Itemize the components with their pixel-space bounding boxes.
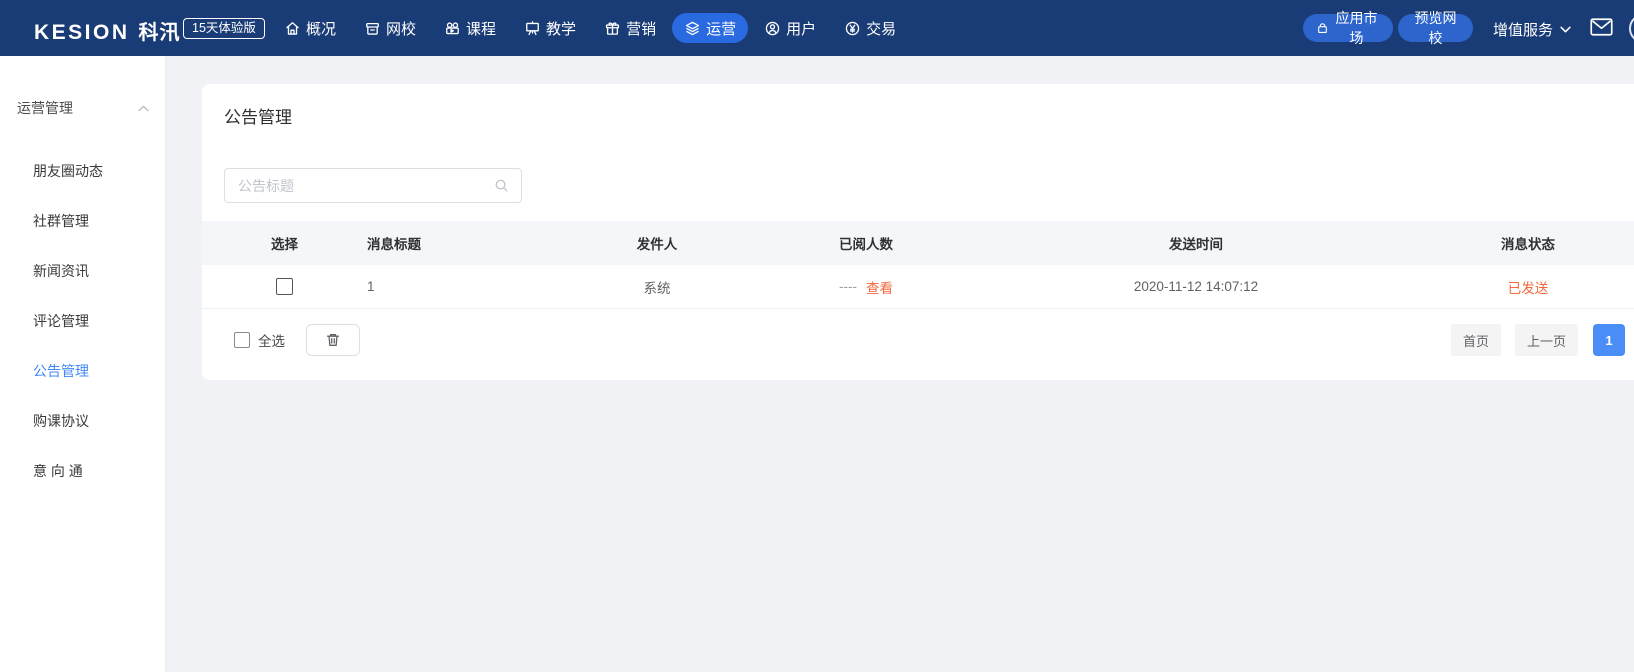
sidebar-item-community[interactable]: 社群管理 [0, 196, 165, 246]
status-badge: 已发送 [1508, 281, 1549, 296]
column-header-sender: 发件人 [552, 233, 762, 253]
nav-label: 网校 [386, 18, 416, 39]
mail-icon[interactable] [1590, 17, 1613, 37]
sidebar-menu: 朋友圈动态 社群管理 新闻资讯 评论管理 公告管理 购课协议 意 向 通 [0, 146, 165, 496]
sidebar-item-moments[interactable]: 朋友圈动态 [0, 146, 165, 196]
topbar: KESION 科汛 15天体验版 概况 网校 课程 教学 [0, 0, 1634, 56]
nav-label: 运营 [706, 18, 736, 39]
pagination-first-page-button[interactable]: 首页 [1451, 324, 1501, 356]
sidebar-item-news[interactable]: 新闻资讯 [0, 246, 165, 296]
app-market-bag-icon [1316, 22, 1329, 35]
announcement-table: 选择 消息标题 发件人 已阅人数 发送时间 消息状态 1 系统 ---- 查看 … [202, 221, 1634, 309]
table-header-row: 选择 消息标题 发件人 已阅人数 发送时间 消息状态 [202, 221, 1634, 265]
page-title: 公告管理 [224, 103, 292, 128]
nav-label: 教学 [546, 18, 576, 39]
preview-school-label: 预览网校 [1411, 8, 1460, 48]
nav-item-marketing[interactable]: 营销 [592, 13, 668, 43]
nav-label: 概况 [306, 18, 336, 39]
select-all-checkbox[interactable] [234, 332, 250, 348]
marketing-icon [604, 20, 621, 37]
announcement-management-card: 公告管理 选择 消息标题 发件人 已阅人数 发送时间 消息状态 1 系统 ---… [202, 84, 1634, 380]
top-navigation: 概况 网校 课程 教学 营销 [272, 13, 912, 43]
pagination-prev-page-button[interactable]: 上一页 [1515, 324, 1578, 356]
avatar[interactable] [1629, 14, 1634, 43]
app-market-button[interactable]: 应用市场 [1303, 14, 1393, 42]
view-link[interactable]: 查看 [866, 277, 893, 297]
cell-send-time: 2020-11-12 14:07:12 [970, 279, 1422, 294]
pagination-current-page[interactable]: 1 [1593, 324, 1625, 356]
search-icon[interactable] [494, 178, 509, 193]
transactions-icon [844, 20, 861, 37]
sidebar-group-operations-management[interactable]: 运营管理 [17, 99, 149, 117]
logo-text-cn: 科汛 [139, 16, 181, 45]
nav-label: 营销 [626, 18, 656, 39]
nav-label: 交易 [866, 18, 896, 39]
school-icon [364, 20, 381, 37]
nav-item-online-school[interactable]: 网校 [352, 13, 428, 43]
app-market-label: 应用市场 [1333, 8, 1380, 48]
column-header-send-time: 发送时间 [970, 233, 1422, 253]
nav-item-users[interactable]: 用户 [752, 13, 828, 43]
cell-message-title: 1 [367, 279, 552, 294]
nav-item-courses[interactable]: 课程 [432, 13, 508, 43]
sidebar-item-intention[interactable]: 意 向 通 [0, 446, 165, 496]
table-footer: 全选 首页 上一页 1 [202, 324, 1634, 356]
nav-item-operations[interactable]: 运营 [672, 13, 748, 43]
column-header-read-count: 已阅人数 [762, 233, 970, 253]
table-row: 1 系统 ---- 查看 2020-11-12 14:07:12 已发送 [202, 265, 1634, 309]
cell-sender: 系统 [552, 277, 762, 297]
app-logo: KESION 科汛 [34, 16, 181, 45]
sidebar-group-label: 运营管理 [17, 98, 73, 118]
nav-item-transactions[interactable]: 交易 [832, 13, 908, 43]
home-icon [284, 20, 301, 37]
chevron-down-icon [1560, 26, 1571, 33]
value-added-label: 增值服务 [1493, 19, 1553, 40]
delete-selected-button[interactable] [306, 324, 360, 356]
logo-text-en: KESION [34, 21, 130, 45]
column-header-status: 消息状态 [1422, 233, 1634, 253]
users-icon [764, 20, 781, 37]
sidebar: 运营管理 朋友圈动态 社群管理 新闻资讯 评论管理 公告管理 购课协议 意 向 … [0, 56, 166, 672]
select-all-label: 全选 [258, 330, 285, 350]
search-box [224, 168, 522, 203]
operations-icon [684, 20, 701, 37]
nav-item-teaching[interactable]: 教学 [512, 13, 588, 43]
trash-icon [325, 332, 341, 348]
column-header-select: 选择 [202, 233, 367, 253]
nav-label: 用户 [786, 18, 816, 39]
sidebar-item-comments[interactable]: 评论管理 [0, 296, 165, 346]
preview-school-button[interactable]: 预览网校 [1398, 14, 1473, 42]
course-icon [444, 20, 461, 37]
column-header-title: 消息标题 [367, 233, 552, 253]
cell-read-count: ---- [839, 279, 857, 294]
chevron-up-icon [138, 105, 149, 112]
sidebar-item-purchase-agreement[interactable]: 购课协议 [0, 396, 165, 446]
trial-version-badge: 15天体验版 [183, 18, 265, 39]
nav-item-overview[interactable]: 概况 [272, 13, 348, 43]
nav-label: 课程 [466, 18, 496, 39]
sidebar-item-announcements[interactable]: 公告管理 [0, 346, 165, 396]
value-added-services-menu[interactable]: 增值服务 [1493, 19, 1571, 40]
row-checkbox[interactable] [276, 278, 293, 295]
search-input[interactable] [225, 169, 494, 202]
teaching-icon [524, 20, 541, 37]
